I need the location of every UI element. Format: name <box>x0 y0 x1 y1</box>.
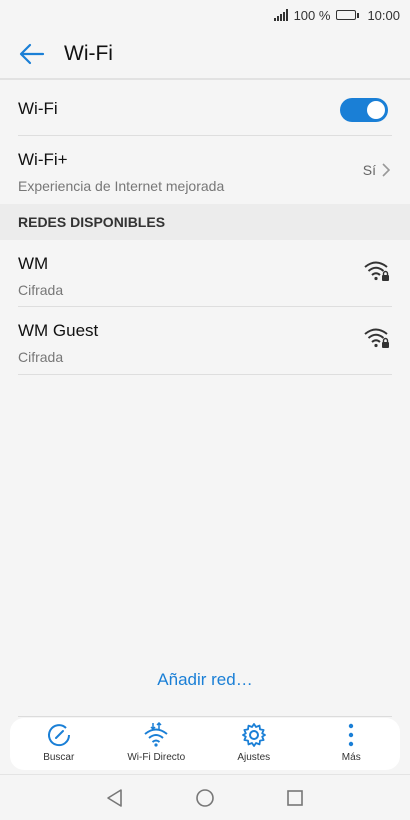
gear-icon <box>241 723 266 747</box>
nav-back-icon[interactable] <box>105 788 125 808</box>
chevron-right-icon <box>382 163 390 177</box>
nav-recents-icon[interactable] <box>285 788 305 808</box>
network-name: WM Guest <box>18 321 99 340</box>
network-name: WM <box>18 254 49 273</box>
settings-button[interactable]: Ajustes <box>205 718 303 770</box>
back-arrow-icon[interactable] <box>18 40 46 68</box>
wifi-locked-icon <box>364 328 389 348</box>
wifi-direct-button[interactable]: Wi-Fi Directo <box>108 718 206 770</box>
network-item[interactable]: WM Guest Cifrada <box>18 307 392 375</box>
wifi-plus-row[interactable]: Wi-Fi+ Experiencia de Internet mejorada … <box>18 136 392 204</box>
wifi-toggle-row[interactable]: Wi-Fi <box>18 82 392 136</box>
nav-home-icon[interactable] <box>195 788 215 808</box>
system-nav-bar <box>0 774 410 820</box>
refresh-icon <box>47 724 70 747</box>
wifi-plus-value: Sí <box>362 162 376 178</box>
battery-percent: 100 % <box>293 7 331 23</box>
app-header: Wi-Fi <box>0 30 410 80</box>
wifi-direct-icon <box>144 722 168 747</box>
network-item[interactable]: WM Cifrada <box>18 240 392 307</box>
more-vertical-icon <box>349 723 354 747</box>
wifi-toggle-switch[interactable] <box>340 98 388 122</box>
more-button[interactable]: Más <box>303 718 401 770</box>
wifi-locked-icon <box>364 261 389 281</box>
more-button-label: Más <box>341 752 361 763</box>
wifi-toggle-label: Wi-Fi <box>18 99 58 118</box>
search-button-label: Buscar <box>43 752 75 763</box>
status-time: 10:00 <box>367 7 400 23</box>
wifi-plus-title: Wi-Fi+ <box>18 150 68 169</box>
wifi-plus-subtitle: Experiencia de Internet mejorada <box>18 178 225 194</box>
page-title: Wi-Fi <box>64 42 113 65</box>
signal-icon <box>273 9 288 21</box>
add-network-button[interactable]: Añadir red… <box>0 670 410 690</box>
bottom-action-bar: Buscar Wi-Fi Directo Ajustes Más <box>10 718 400 770</box>
battery-icon <box>336 10 360 20</box>
search-button[interactable]: Buscar <box>10 718 108 770</box>
divider <box>18 716 392 717</box>
status-bar: 100 % 10:00 <box>0 0 410 30</box>
available-networks-header: REDES DISPONIBLES <box>0 204 410 240</box>
network-security: Cifrada <box>18 282 64 298</box>
network-security: Cifrada <box>18 349 64 365</box>
wifi-direct-button-label: Wi-Fi Directo <box>127 752 186 763</box>
settings-button-label: Ajustes <box>237 752 271 763</box>
